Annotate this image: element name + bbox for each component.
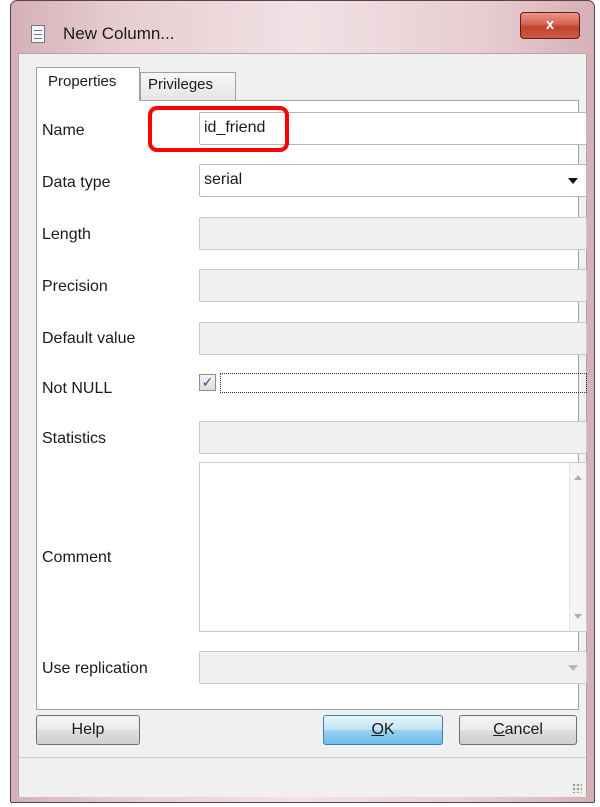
annotation-highlight [148, 106, 289, 152]
properties-panel: Name id_friend Data type serial Length P… [36, 100, 587, 710]
close-button[interactable]: x [520, 12, 580, 39]
use-replication-label: Use replication [42, 660, 148, 677]
resize-grip-icon[interactable] [572, 783, 582, 793]
chevron-down-icon[interactable] [568, 178, 578, 184]
checkmark-icon: ✓ [201, 374, 214, 390]
ok-mnemonic: O [371, 721, 384, 738]
not-null-checkbox[interactable]: ✓ [199, 374, 216, 391]
comment-label: Comment [42, 549, 112, 566]
default-value-label: Default value [42, 330, 136, 347]
not-null-label: Not NULL [42, 380, 113, 397]
not-null-focus-rect [220, 373, 587, 393]
precision-label: Precision [42, 278, 108, 295]
length-input [199, 217, 587, 250]
cancel-mnemonic: C [493, 721, 505, 738]
window-icon [31, 25, 45, 43]
dialog-body: Properties Privileges Name id_friend Dat… [18, 53, 587, 797]
tab-privileges[interactable]: Privileges [140, 72, 236, 101]
statistics-label: Statistics [42, 430, 107, 447]
help-button[interactable]: Help [36, 715, 140, 745]
help-button-label: Help [71, 721, 105, 738]
comment-scrollbar[interactable] [569, 463, 586, 631]
scroll-up-icon[interactable] [574, 475, 582, 480]
statistics-input [199, 421, 587, 454]
precision-input [199, 269, 587, 302]
name-label: Name [42, 122, 85, 139]
default-value-input [199, 322, 587, 355]
data-type-select[interactable]: serial [199, 164, 587, 197]
data-type-value: serial [204, 171, 243, 188]
chevron-down-icon [568, 665, 578, 671]
ok-label-rest: K [383, 721, 395, 738]
window-title: New Column... [63, 24, 175, 43]
ok-button-label: OK [371, 721, 394, 738]
close-icon: x [545, 16, 555, 33]
ok-button[interactable]: OK [323, 715, 443, 745]
use-replication-select [199, 651, 587, 684]
length-label: Length [42, 226, 91, 243]
cancel-label-rest: ancel [504, 721, 543, 738]
dialog-window: New Column... x Properties Privileges Na… [10, 0, 595, 803]
comment-textarea[interactable] [199, 462, 587, 632]
status-bar [19, 757, 586, 797]
tab-properties[interactable]: Properties [36, 67, 140, 101]
scroll-down-icon[interactable] [574, 614, 582, 619]
cancel-button-label: Cancel [493, 721, 543, 738]
cancel-button[interactable]: Cancel [459, 715, 577, 745]
title-bar[interactable]: New Column... x [11, 1, 594, 53]
data-type-label: Data type [42, 174, 111, 191]
